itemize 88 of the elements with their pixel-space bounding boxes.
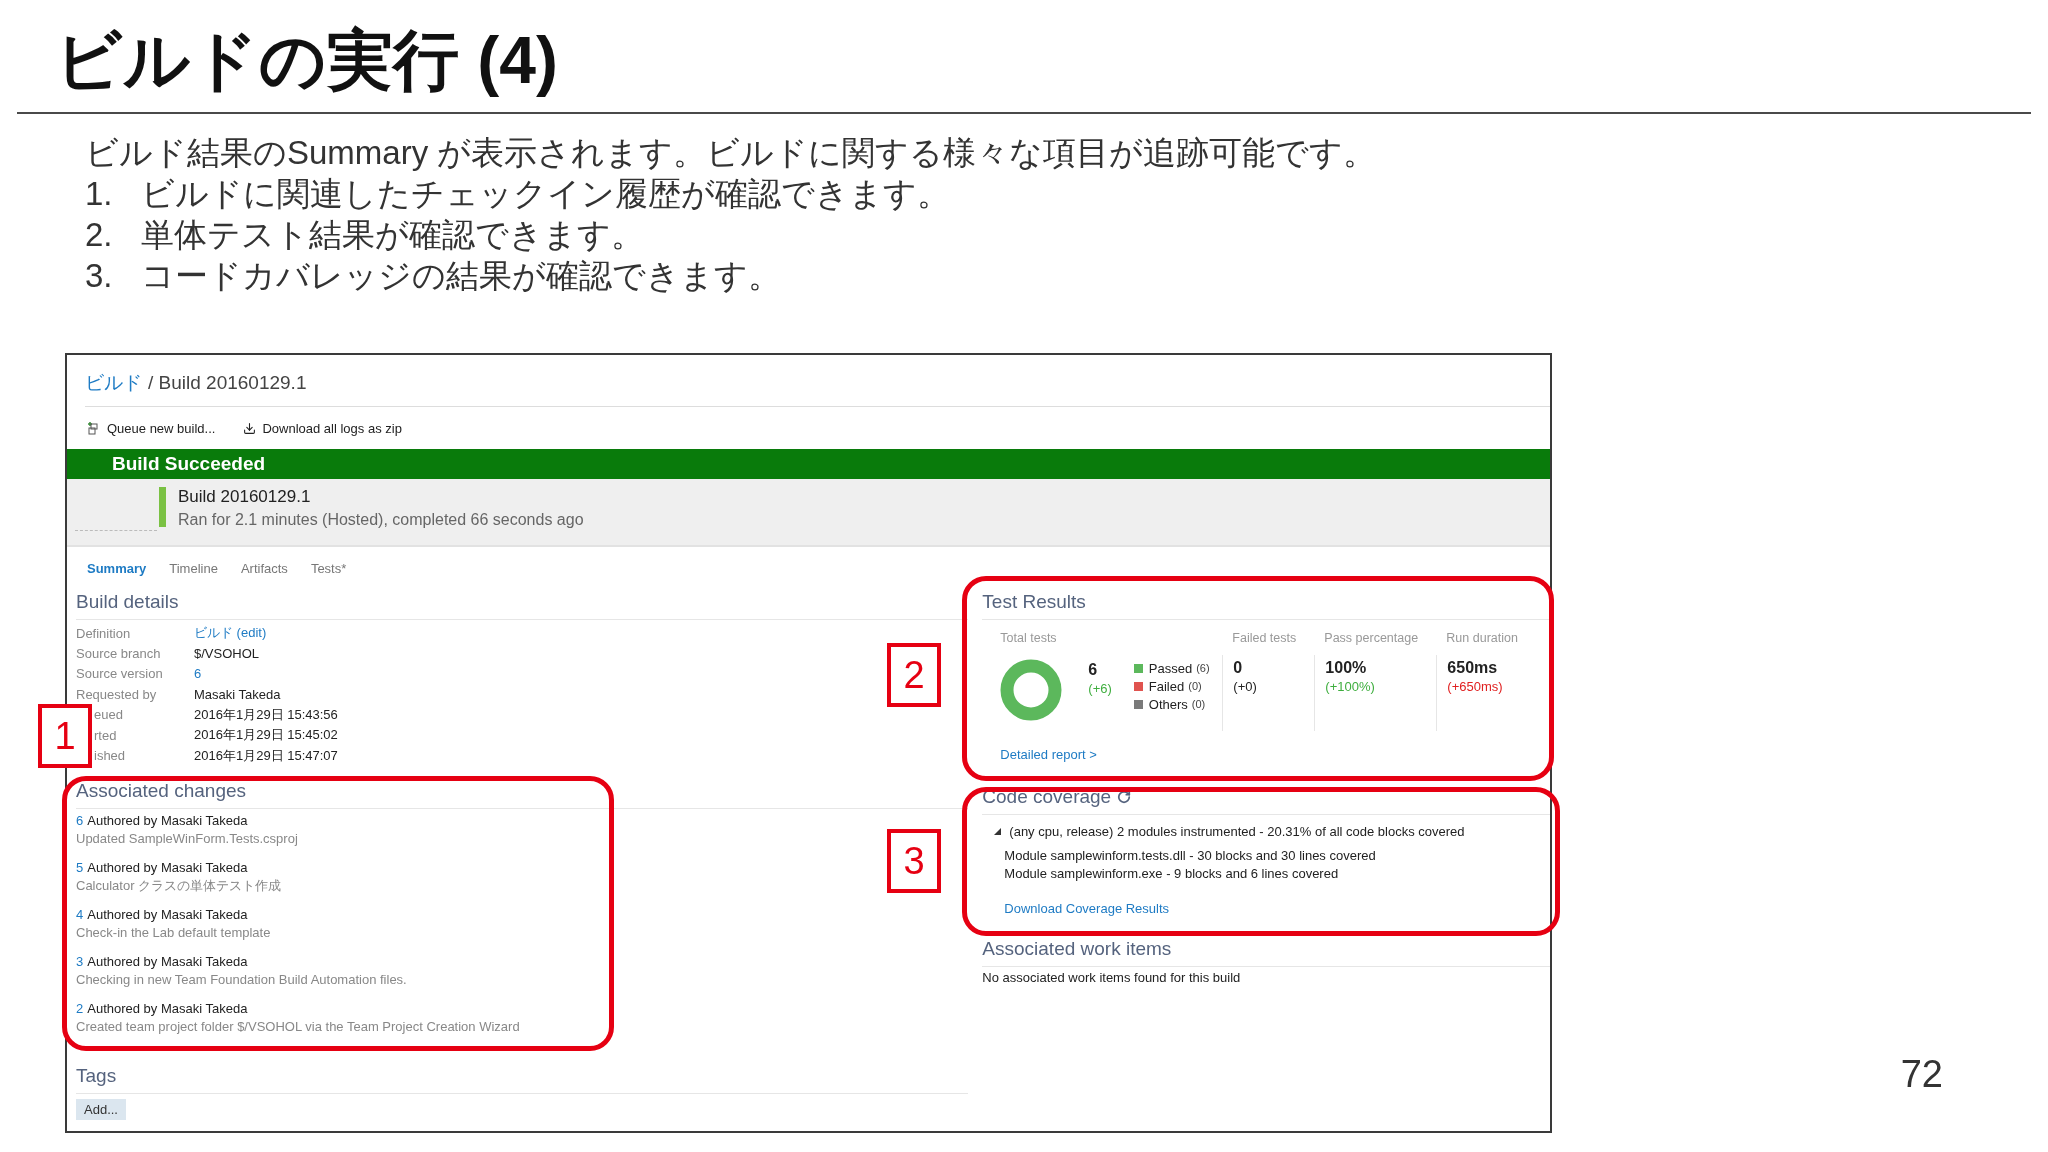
change-message: Created team project folder $/VSOHOL via the Team Project Creation Wizard bbox=[76, 1017, 521, 1036]
download-coverage-link[interactable]: Download Coverage Results bbox=[1004, 901, 1550, 916]
detail-label: ished bbox=[93, 748, 127, 764]
donut-chart-drawing bbox=[1000, 659, 1063, 721]
section-heading: Build details bbox=[76, 590, 180, 614]
callout-number: 2 bbox=[887, 643, 941, 707]
change-message: Check-in the Lab default template bbox=[76, 923, 272, 942]
metric-delta: (+6) bbox=[1088, 681, 1112, 696]
legend-label: Others bbox=[1148, 696, 1188, 712]
slide-title: ビルドの実行 (4) bbox=[55, 22, 559, 99]
metric-delta: (+0) bbox=[1233, 679, 1257, 694]
status-banner: Build Succeeded bbox=[67, 449, 1550, 479]
detail-label: Source branch bbox=[76, 646, 162, 662]
legend-label: Failed bbox=[1148, 678, 1185, 694]
queue-build-button[interactable]: Queue new build... bbox=[87, 420, 216, 436]
point-number: 2. bbox=[85, 215, 114, 255]
coverage-summary: (any cpu, release) 2 modules instrumented - 20.31% of all code blocks covered bbox=[1009, 824, 1465, 839]
tab[interactable]: Artifacts bbox=[240, 559, 288, 577]
tab[interactable]: Summary bbox=[87, 559, 147, 577]
change-author: Authored by Masaki Takeda bbox=[87, 858, 248, 877]
expanded-triangle-icon[interactable] bbox=[994, 828, 1002, 835]
metric-value: 650ms bbox=[1447, 659, 1499, 677]
detail-value: 2016年1月29日 15:43:56 bbox=[194, 705, 338, 724]
breadcrumb-current: / Build 20160129.1 bbox=[148, 371, 307, 394]
section-heading: Test Results bbox=[982, 590, 1087, 614]
changeset-link[interactable]: 2 bbox=[76, 999, 84, 1018]
detail-value: Masaki Takeda bbox=[194, 686, 281, 702]
detail-label: Requested by bbox=[76, 686, 158, 702]
change-author: Authored by Masaki Takeda bbox=[87, 905, 248, 924]
metric-label: Run duration bbox=[1446, 631, 1519, 647]
status-bar-marker bbox=[159, 487, 166, 527]
breadcrumb-link[interactable]: ビルド bbox=[85, 369, 142, 396]
point-text: ビルドに関連したチェックイン履歴が確認できます。 bbox=[141, 174, 950, 214]
refresh-icon[interactable] bbox=[1117, 790, 1132, 804]
callout-number: 3 bbox=[887, 829, 941, 893]
module-coverage: Module samplewinform.tests.dll - 30 blocks and 30 lines covered bbox=[1004, 847, 1377, 865]
section-heading: Associated work items bbox=[982, 937, 1173, 961]
download-icon bbox=[243, 421, 257, 435]
changeset-link[interactable]: 3 bbox=[76, 952, 84, 971]
changeset-link[interactable]: 5 bbox=[76, 858, 84, 877]
change-message: Updated SampleWinForm.Tests.csproj bbox=[76, 829, 299, 848]
detailed-report-link[interactable]: Detailed report > bbox=[1000, 747, 1550, 762]
detail-label: Source version bbox=[76, 666, 164, 682]
metric-value: 6 bbox=[1088, 661, 1099, 679]
metric-label: Failed tests bbox=[1232, 631, 1298, 647]
detail-label: eued bbox=[93, 707, 124, 723]
add-tag-button[interactable]: Add... bbox=[76, 1098, 126, 1120]
detail-link[interactable]: ビルド (edit) bbox=[194, 624, 267, 643]
metric-label: Pass percentage bbox=[1324, 631, 1420, 647]
legend-count: (6) bbox=[1196, 662, 1210, 674]
detail-value: 2016年1月29日 15:47:07 bbox=[194, 746, 338, 765]
point-number: 1. bbox=[85, 174, 114, 214]
change-author: Authored by Masaki Takeda bbox=[87, 811, 248, 830]
queue-build-icon bbox=[87, 421, 101, 435]
intro-text: ビルド結果のSummary が表示されます。ビルドに関する様々な項目が追跡可能です。 bbox=[85, 133, 1378, 173]
change-author: Authored by Masaki Takeda bbox=[87, 999, 248, 1018]
metric-delta: (+650ms) bbox=[1447, 679, 1503, 694]
module-coverage: Module samplewinform.exe - 9 blocks and 6 lines covered bbox=[1004, 865, 1340, 883]
change-message: Checking in new Team Foundation Build Automation files. bbox=[76, 970, 408, 989]
section-heading: Tags bbox=[76, 1063, 118, 1088]
metric-value: 100% bbox=[1325, 659, 1368, 677]
detail-link[interactable]: 6 bbox=[194, 666, 202, 682]
point-number: 3. bbox=[85, 256, 114, 296]
work-items-message: No associated work items found for this build bbox=[982, 970, 1242, 985]
build-summary: Ran for 2.1 minutes (Hosted), completed 66 seconds ago bbox=[178, 511, 584, 529]
detail-label: Definition bbox=[76, 625, 132, 641]
tab[interactable]: Tests* bbox=[310, 559, 347, 577]
detail-label: rted bbox=[93, 727, 118, 743]
metric-value: 0 bbox=[1233, 659, 1244, 677]
legend-label: Passed bbox=[1148, 660, 1193, 676]
legend-count: (0) bbox=[1188, 680, 1202, 692]
download-logs-button[interactable]: Download all logs as zip bbox=[243, 420, 402, 436]
metric-delta: (+100%) bbox=[1325, 679, 1375, 694]
section-heading: Associated changes bbox=[76, 778, 248, 803]
changeset-link[interactable]: 4 bbox=[76, 905, 84, 924]
page-number: 72 bbox=[1900, 1053, 1943, 1096]
callout-number: 1 bbox=[38, 704, 92, 768]
metric-label: Total tests bbox=[1000, 631, 1058, 647]
detail-value: 2016年1月29日 15:45:02 bbox=[194, 726, 338, 745]
build-name: Build 20160129.1 bbox=[178, 487, 312, 507]
change-message: Calculator クラスの単体テスト作成 bbox=[76, 876, 283, 895]
point-text: コードカバレッジの結果が確認できます。 bbox=[141, 256, 781, 296]
legend-count: (0) bbox=[1191, 698, 1206, 710]
changeset-link[interactable]: 6 bbox=[76, 811, 84, 830]
detail-value: $/VSOHOL bbox=[194, 646, 260, 662]
tab[interactable]: Timeline bbox=[169, 559, 218, 577]
point-text: 単体テスト結果が確認できます。 bbox=[141, 215, 644, 255]
change-author: Authored by Masaki Takeda bbox=[87, 952, 248, 971]
